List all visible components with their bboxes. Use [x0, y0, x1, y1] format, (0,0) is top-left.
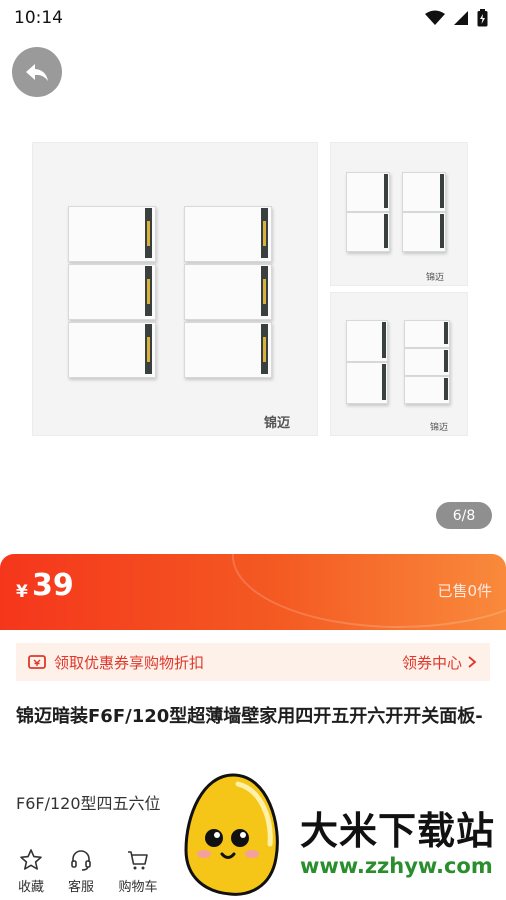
favorite-label: 收藏	[17, 880, 44, 895]
brand-logo: 锦迈	[264, 416, 291, 431]
star-icon	[20, 849, 42, 870]
status-icons	[425, 9, 488, 27]
switch-indicator	[440, 174, 444, 208]
switch-indicator	[261, 324, 268, 374]
switch-indicator	[261, 208, 268, 258]
switch-panel-image-small-bottom: 锦迈	[330, 292, 468, 436]
battery-icon	[477, 9, 488, 27]
watermark-name: 大米下载站	[300, 809, 496, 853]
back-button[interactable]	[12, 47, 62, 97]
switch-indicator	[444, 350, 448, 372]
switch-key	[68, 206, 156, 262]
brand-logo-small: 锦迈	[430, 423, 449, 433]
switch-indicator	[444, 322, 448, 344]
customer-service-button[interactable]: 客服	[58, 848, 104, 895]
cart-button[interactable]: 购物车	[115, 848, 161, 895]
switch-indicator	[444, 378, 448, 400]
switch-panel-image-small-top: 锦迈	[330, 142, 468, 286]
chevron-right-icon	[468, 656, 477, 668]
switch-indicator	[261, 266, 268, 316]
status-time: 10:14	[14, 8, 63, 28]
product-title: 锦迈暗装F6F/120型超薄墙壁家用四开五开六开开关面板-	[16, 706, 483, 727]
switch-indicator	[384, 214, 388, 248]
coupon-row[interactable]: 领取优惠券享购物折扣 领券中心	[16, 643, 490, 681]
currency-symbol: ¥	[16, 582, 28, 602]
switch-indicator	[145, 266, 152, 316]
switch-indicator	[382, 364, 386, 400]
coupon-label: 领取优惠券享购物折扣	[54, 653, 205, 672]
coupon-center-link[interactable]: 领券中心	[402, 652, 462, 673]
switch-indicator	[384, 174, 388, 208]
brand-logo-small: 锦迈	[426, 273, 445, 283]
product-image-gallery[interactable]: 锦迈 锦迈 锦迈	[0, 110, 506, 540]
status-bar: 10:14	[0, 0, 506, 36]
product-spec: F6F/120型四五六位	[16, 794, 161, 813]
switch-indicator	[145, 208, 152, 258]
switch-key	[184, 264, 272, 320]
wifi-icon	[425, 10, 445, 25]
back-arrow-icon	[26, 64, 48, 81]
switch-key	[68, 264, 156, 320]
coupon-icon	[28, 655, 46, 669]
price-value: 39	[32, 568, 74, 603]
switch-key	[184, 206, 272, 262]
watermark-overlay: 大米下载站 www.zzhyw.com	[178, 770, 506, 900]
service-label: 客服	[67, 880, 94, 895]
signal-icon	[454, 11, 468, 25]
mascot-icon	[184, 773, 279, 896]
switch-panel-image-large: 锦迈	[32, 142, 318, 436]
favorite-button[interactable]: 收藏	[8, 848, 54, 895]
sold-count: 已售0件	[437, 582, 492, 600]
switch-key	[184, 322, 272, 378]
image-counter: 6/8	[436, 502, 492, 529]
switch-indicator	[382, 322, 386, 358]
cart-label: 购物车	[118, 880, 158, 895]
headset-icon	[71, 850, 91, 871]
cart-icon	[128, 851, 148, 870]
switch-indicator	[145, 324, 152, 374]
switch-indicator	[440, 214, 444, 248]
watermark-url: www.zzhyw.com	[300, 854, 493, 878]
price-banner: ¥ 39 已售0件	[0, 554, 506, 630]
switch-key	[68, 322, 156, 378]
